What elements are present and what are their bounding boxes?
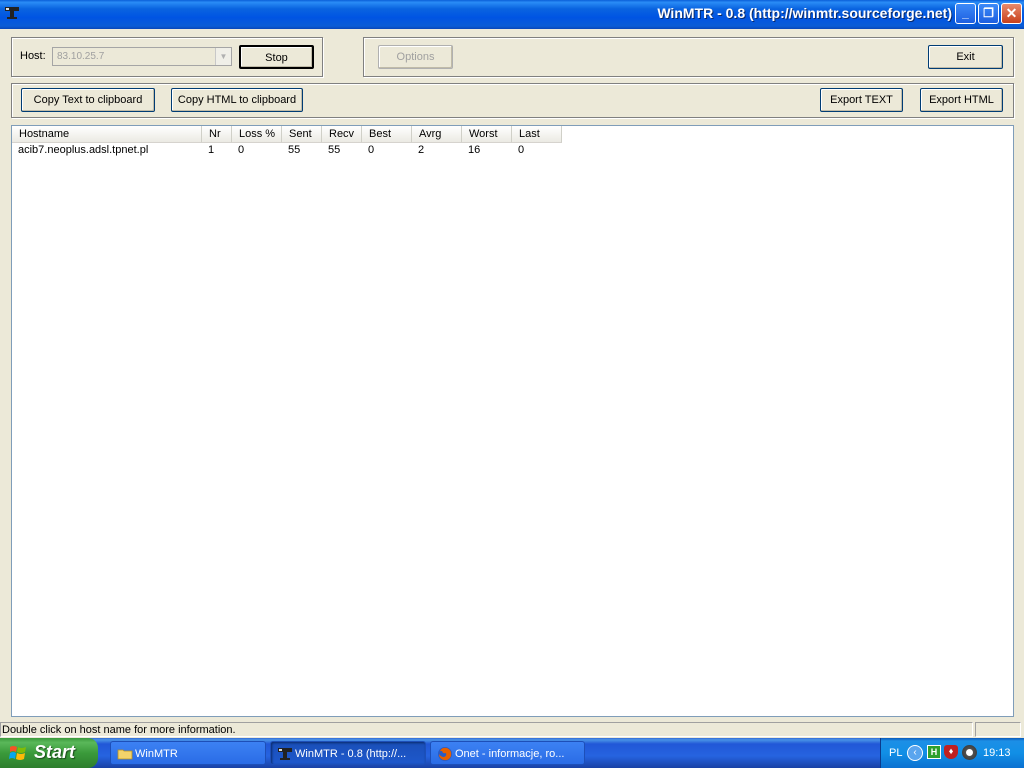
column-header-sent[interactable]: Sent <box>282 126 322 143</box>
network-icon[interactable] <box>962 745 977 760</box>
cell-worst: 16 <box>468 144 481 156</box>
windows-logo-icon <box>9 746 26 760</box>
options-group <box>363 37 1014 77</box>
copy-html-button-label: Copy HTML to clipboard <box>177 94 297 106</box>
column-header-hostname[interactable]: Hostname <box>12 126 202 143</box>
cell-best: 0 <box>368 144 375 156</box>
language-indicator[interactable]: PL <box>889 747 902 759</box>
stop-button[interactable]: Stop <box>239 45 314 69</box>
window-title: WinMTR - 0.8 (http://winmtr.sourceforge.… <box>657 5 952 21</box>
title-bar[interactable]: WinMTR - 0.8 (http://winmtr.sourceforge.… <box>0 0 1024 29</box>
status-bar: Double click on host name for more infor… <box>0 720 1024 739</box>
options-button[interactable]: Options <box>378 45 453 69</box>
chevron-left-icon[interactable]: ‹ <box>907 745 923 761</box>
column-header-worst[interactable]: Worst <box>462 126 512 143</box>
folder-icon <box>117 749 133 760</box>
export-text-button[interactable]: Export TEXT <box>820 88 903 112</box>
table-row[interactable]: acib7.neoplus.adsl.tpnet.pl 1 0 55 55 0 … <box>12 143 562 158</box>
status-pane-secondary <box>975 722 1021 737</box>
chevron-down-icon[interactable]: ▼ <box>215 48 231 65</box>
column-header-last[interactable]: Last <box>512 126 562 143</box>
export-html-button-label: Export HTML <box>929 94 994 106</box>
copy-text-button-label: Copy Text to clipboard <box>33 94 143 106</box>
column-header-recv[interactable]: Recv <box>322 126 362 143</box>
task-label: WinMTR - 0.8 (http://... <box>295 748 407 760</box>
stop-button-label: Stop <box>265 52 288 64</box>
host-combobox[interactable]: 83.10.25.7 ▼ <box>52 47 232 66</box>
taskbar: Start WinMTR WinMTR - 0.8 (http://... On… <box>0 738 1024 768</box>
copy-html-button[interactable]: Copy HTML to clipboard <box>171 88 303 112</box>
winmtr-icon <box>278 748 292 760</box>
clock[interactable]: 19:13 <box>983 747 1011 759</box>
shield-icon[interactable]: ♦ <box>944 745 958 759</box>
column-header-best[interactable]: Best <box>362 126 412 143</box>
cell-nr: 1 <box>208 144 215 156</box>
minimize-button[interactable]: _ <box>955 3 976 24</box>
table-header: Hostname Nr Loss % Sent Recv Best Avrg W… <box>12 126 562 143</box>
task-label: Onet - informacje, ro... <box>455 748 565 760</box>
export-html-button[interactable]: Export HTML <box>920 88 1003 112</box>
maximize-button[interactable]: ❐ <box>978 3 999 24</box>
start-label: Start <box>34 742 76 762</box>
copy-text-button[interactable]: Copy Text to clipboard <box>21 88 155 112</box>
cell-sent: 55 <box>288 144 301 156</box>
exit-button[interactable]: Exit <box>928 45 1003 69</box>
status-text: Double click on host name for more infor… <box>2 724 236 736</box>
column-header-loss[interactable]: Loss % <box>232 126 282 143</box>
exit-button-label: Exit <box>956 51 975 63</box>
cell-avrg: 2 <box>418 144 425 156</box>
taskbar-item-winmtr-app[interactable]: WinMTR - 0.8 (http://... <box>270 741 426 765</box>
tray-app-icon[interactable]: H <box>927 745 941 759</box>
taskbar-item-winmtr-folder[interactable]: WinMTR <box>110 741 266 765</box>
close-button[interactable]: ✕ <box>1001 3 1022 24</box>
cell-hostname[interactable]: acib7.neoplus.adsl.tpnet.pl <box>12 143 202 158</box>
task-label: WinMTR <box>135 748 178 760</box>
export-text-button-label: Export TEXT <box>830 94 893 106</box>
cell-loss: 0 <box>238 144 245 156</box>
host-value: 83.10.25.7 <box>57 51 105 62</box>
cell-recv: 55 <box>328 144 341 156</box>
winmtr-icon <box>5 7 19 19</box>
start-button[interactable]: Start <box>0 738 98 768</box>
results-table[interactable]: Hostname Nr Loss % Sent Recv Best Avrg W… <box>11 125 1014 717</box>
column-header-nr[interactable]: Nr <box>202 126 232 143</box>
cell-last: 0 <box>518 144 525 156</box>
host-label: Host: <box>20 50 46 62</box>
column-header-avrg[interactable]: Avrg <box>412 126 462 143</box>
options-button-label: Options <box>396 51 435 63</box>
firefox-icon <box>438 747 452 761</box>
taskbar-item-firefox[interactable]: Onet - informacje, ro... <box>430 741 585 765</box>
system-tray: PL ‹ H ♦ 19:13 <box>880 738 1024 768</box>
